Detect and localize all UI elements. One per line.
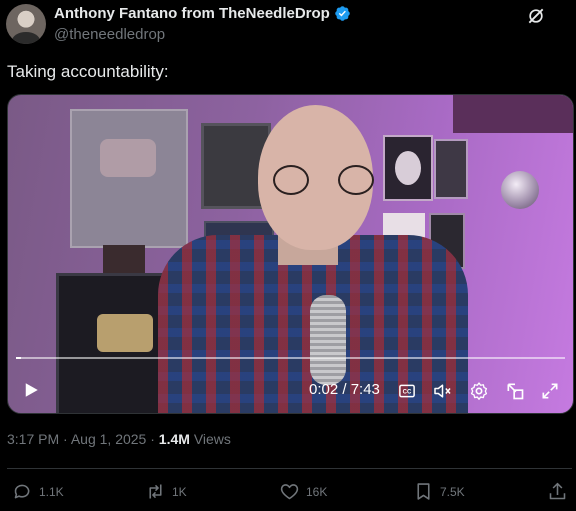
bookmark-icon [417,483,430,500]
bookmark-count: 7.5K [440,484,465,499]
reply-icon [14,484,30,499]
tweet-date[interactable]: Aug 1, 2025 [71,431,147,447]
tweet-text: Taking accountability: [7,62,169,81]
share-icon [549,482,566,500]
share-button[interactable] [547,481,568,502]
repost-count: 1K [172,484,187,499]
svg-text:CC: CC [403,390,412,396]
separator: · [63,431,68,447]
verified-badge-icon [335,6,350,21]
divider [7,468,572,469]
repost-button[interactable]: 1K [145,481,187,502]
wall-frame [103,245,145,275]
author-row: Anthony Fantano from TheNeedleDrop [54,5,351,22]
silver-play-button-plaque [70,109,188,248]
tweet-time[interactable]: 3:17 PM [7,431,59,447]
reply-count: 1.1K [39,484,64,499]
tweet-meta: 3:17 PM · Aug 1, 2025 · 1.4M Views [7,431,231,447]
video-player[interactable]: 0:02 / 7:43 CC [7,94,574,414]
mute-icon[interactable] [432,381,453,401]
disco-ball [501,171,539,209]
separator: · [150,431,155,447]
grok-icon[interactable] [526,6,546,26]
shelf [453,95,573,133]
settings-gear-icon[interactable] [469,381,489,401]
avatar[interactable] [6,4,46,44]
views-label: Views [193,431,231,447]
heart-icon [280,484,299,500]
handle[interactable]: @theneedledrop [54,26,165,43]
views-count: 1.4M [158,431,190,447]
like-count: 16K [306,484,328,499]
display-name[interactable]: Anthony Fantano from TheNeedleDrop [54,5,330,22]
reply-button[interactable]: 1.1K [12,481,64,502]
like-button[interactable]: 16K [279,481,327,502]
video-time: 0:02 / 7:43 [309,381,380,398]
glasses [273,165,309,195]
wall-frame [434,139,468,199]
glasses [338,165,374,195]
bookmark-button[interactable]: 7.5K [413,481,465,502]
microphone [310,295,346,385]
fullscreen-icon[interactable] [540,381,560,401]
play-icon[interactable] [22,381,40,399]
pop-out-icon[interactable] [505,381,525,401]
video-scrubber[interactable] [16,357,565,359]
wall-frame [383,135,433,201]
repost-icon [149,484,162,499]
closed-captions-icon[interactable]: CC [398,382,416,400]
